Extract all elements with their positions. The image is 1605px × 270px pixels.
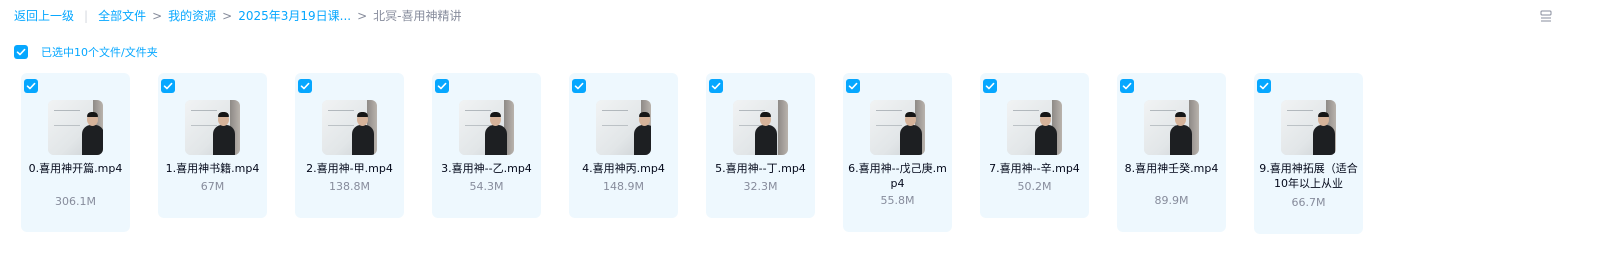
video-thumbnail	[1281, 100, 1336, 155]
file-card[interactable]: 6.喜用神--戊己庚.mp4 55.8M	[843, 73, 952, 232]
breadcrumb-current: 北冥-喜用神精讲	[373, 9, 462, 23]
file-name[interactable]: 9.喜用神拓展（适合10年以上从业	[1258, 161, 1359, 191]
check-icon	[574, 82, 584, 90]
file-card[interactable]: 1.喜用神书籍.mp4 67M	[158, 73, 267, 218]
file-checkbox[interactable]	[572, 79, 586, 93]
file-name[interactable]: 8.喜用神壬癸.mp4	[1121, 161, 1222, 176]
check-icon	[300, 82, 310, 90]
file-size: 306.1M	[55, 195, 96, 208]
list-mode-icon[interactable]	[1539, 8, 1553, 22]
breadcrumb: 返回上一级 | 全部文件 > 我的资源 > 2025年3月19日课... > 北…	[14, 7, 462, 24]
file-name[interactable]: 3.喜用神--乙.mp4	[436, 161, 537, 176]
video-thumbnail	[733, 100, 788, 155]
breadcrumb-item-course[interactable]: 2025年3月19日课...	[238, 7, 351, 24]
file-checkbox[interactable]	[1120, 79, 1134, 93]
file-checkbox[interactable]	[298, 79, 312, 93]
check-icon	[985, 82, 995, 90]
file-card[interactable]: 3.喜用神--乙.mp4 54.3M	[432, 73, 541, 218]
check-icon	[848, 82, 858, 90]
select-all-row: 已选中10个文件/文件夹	[14, 45, 158, 59]
check-icon	[16, 48, 26, 56]
file-name[interactable]: 0.喜用神开篇.mp4	[25, 161, 126, 176]
file-name[interactable]: 1.喜用神书籍.mp4	[162, 161, 263, 176]
check-icon	[1259, 82, 1269, 90]
check-icon	[163, 82, 173, 90]
back-link[interactable]: 返回上一级	[14, 7, 74, 24]
file-size: 67M	[200, 180, 225, 193]
file-size: 50.2M	[1017, 180, 1052, 193]
video-thumbnail	[459, 100, 514, 155]
file-checkbox[interactable]	[709, 79, 723, 93]
top-bar: 返回上一级 | 全部文件 > 我的资源 > 2025年3月19日课... > 北…	[0, 0, 1605, 30]
file-size: 54.3M	[469, 180, 504, 193]
video-thumbnail	[596, 100, 651, 155]
file-card[interactable]: 4.喜用神丙.mp4 148.9M	[569, 73, 678, 218]
file-card[interactable]: 9.喜用神拓展（适合10年以上从业 66.7M	[1254, 73, 1363, 234]
video-thumbnail	[48, 100, 103, 155]
check-icon	[437, 82, 447, 90]
video-thumbnail	[1144, 100, 1199, 155]
file-checkbox[interactable]	[24, 79, 38, 93]
file-size: 148.9M	[603, 180, 644, 193]
check-icon	[711, 82, 721, 90]
file-card[interactable]: 0.喜用神开篇.mp4 306.1M	[21, 73, 130, 232]
selection-count-label: 已选中10个文件/文件夹	[41, 46, 158, 59]
file-name[interactable]: 6.喜用神--戊己庚.mp4	[847, 161, 948, 191]
file-checkbox[interactable]	[161, 79, 175, 93]
file-name[interactable]: 2.喜用神-甲.mp4	[299, 161, 400, 176]
breadcrumb-separator: >	[152, 8, 163, 23]
breadcrumb-item-all-files[interactable]: 全部文件	[98, 7, 146, 24]
file-checkbox[interactable]	[1257, 79, 1271, 93]
file-name[interactable]: 7.喜用神--辛.mp4	[984, 161, 1085, 176]
video-thumbnail	[1007, 100, 1062, 155]
breadcrumb-item-my-resources[interactable]: 我的资源	[168, 7, 216, 24]
file-size: 89.9M	[1154, 194, 1189, 207]
breadcrumb-separator: >	[222, 8, 233, 23]
file-size: 32.3M	[743, 180, 778, 193]
video-thumbnail	[185, 100, 240, 155]
file-card[interactable]: 5.喜用神--丁.mp4 32.3M	[706, 73, 815, 218]
file-name[interactable]: 4.喜用神丙.mp4	[573, 161, 674, 176]
check-icon	[1122, 82, 1132, 90]
breadcrumb-divider: |	[84, 8, 89, 23]
file-card[interactable]: 8.喜用神壬癸.mp4 89.9M	[1117, 73, 1226, 232]
file-size: 55.8M	[880, 194, 915, 207]
file-card[interactable]: 2.喜用神-甲.mp4 138.8M	[295, 73, 404, 218]
file-checkbox[interactable]	[983, 79, 997, 93]
file-size: 66.7M	[1291, 196, 1326, 209]
breadcrumb-separator: >	[357, 8, 368, 23]
video-thumbnail	[322, 100, 377, 155]
file-checkbox[interactable]	[435, 79, 449, 93]
file-size: 138.8M	[329, 180, 370, 193]
check-icon	[26, 82, 36, 90]
select-all-checkbox[interactable]	[14, 45, 28, 59]
file-checkbox[interactable]	[846, 79, 860, 93]
video-thumbnail	[870, 100, 925, 155]
file-name[interactable]: 5.喜用神--丁.mp4	[710, 161, 811, 176]
file-card[interactable]: 7.喜用神--辛.mp4 50.2M	[980, 73, 1089, 218]
